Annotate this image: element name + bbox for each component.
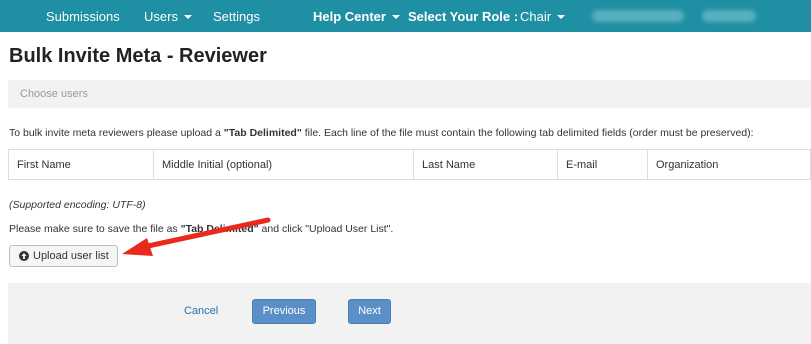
nav-help-center-label: Help Center <box>313 9 386 24</box>
next-button[interactable]: Next <box>348 299 391 324</box>
nav-settings[interactable]: Settings <box>213 9 260 24</box>
circle-arrow-up-icon <box>19 251 29 261</box>
field-last-name: Last Name <box>413 149 558 180</box>
nav-help-center-dropdown[interactable]: Help Center <box>313 9 400 24</box>
nav-users-label: Users <box>144 9 178 24</box>
role-dropdown[interactable]: Chair <box>520 9 566 24</box>
intro-text-2: file. Each line of the file must contain… <box>301 127 754 139</box>
caret-down-icon <box>391 15 400 19</box>
upload-user-list-button[interactable]: Upload user list <box>9 245 118 267</box>
table-row: First Name Middle Initial (optional) Las… <box>8 149 811 180</box>
nav-users-dropdown[interactable]: Users <box>144 9 192 24</box>
cancel-link[interactable]: Cancel <box>184 305 218 317</box>
encoding-note: (Supported encoding: UTF-8) <box>9 199 146 211</box>
previous-button[interactable]: Previous <box>252 299 316 324</box>
upload-button-label: Upload user list <box>33 250 109 262</box>
caret-down-icon <box>557 15 566 19</box>
top-navbar: Submissions Users Settings Help Center S… <box>0 0 811 32</box>
field-organization: Organization <box>647 149 811 180</box>
redacted-user-name <box>592 10 684 22</box>
intro-bold: "Tab Delimited" <box>223 127 302 139</box>
breadcrumb: Choose users <box>8 80 811 108</box>
intro-text-1: To bulk invite meta reviewers please upl… <box>9 127 224 139</box>
role-label: Chair <box>520 9 552 24</box>
field-email: E-mail <box>557 149 648 180</box>
page-title: Bulk Invite Meta - Reviewer <box>9 45 267 67</box>
wizard-footer: Cancel Previous Next <box>8 283 811 344</box>
redacted-user-menu[interactable] <box>702 10 756 22</box>
save-bold: "Tab Delimited" <box>180 223 259 235</box>
save-text-2: and click "Upload User List". <box>258 223 394 235</box>
save-instructions: Please make sure to save the file as "Ta… <box>9 223 393 235</box>
breadcrumb-step: Choose users <box>20 88 88 100</box>
nav-submissions[interactable]: Submissions <box>46 9 120 24</box>
save-text-1: Please make sure to save the file as <box>9 223 181 235</box>
upload-instructions: To bulk invite meta reviewers please upl… <box>9 127 754 139</box>
field-first-name: First Name <box>8 149 154 180</box>
field-middle-initial: Middle Initial (optional) <box>153 149 414 180</box>
fields-table: First Name Middle Initial (optional) Las… <box>8 149 811 180</box>
select-role-label: Select Your Role : <box>408 9 519 24</box>
caret-down-icon <box>183 15 192 19</box>
